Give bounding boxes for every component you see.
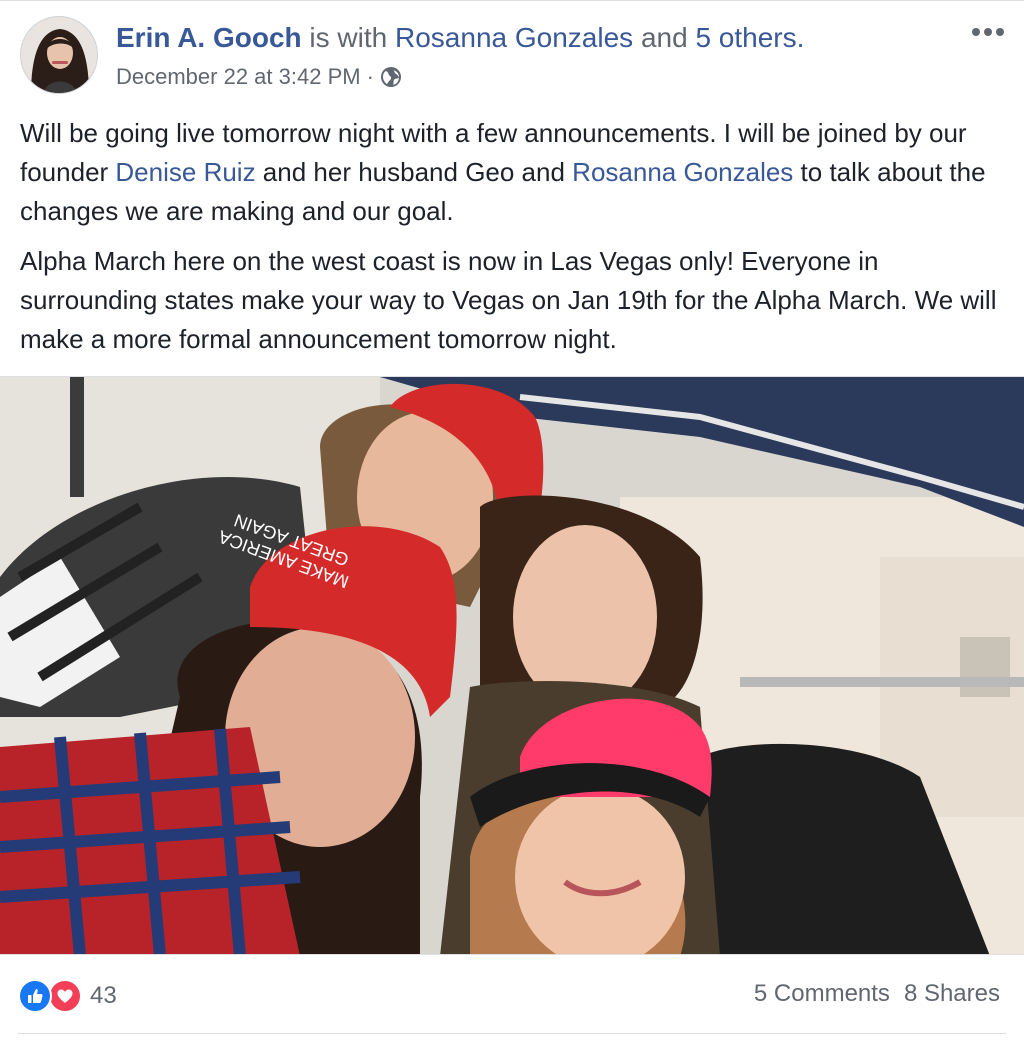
paragraph-1-text-b: and her husband Geo and — [255, 157, 573, 187]
post-paragraph-1: Will be going live tomorrow night with a… — [20, 114, 1004, 231]
post-header: Erin A. Gooch is with Rosanna Gonzales a… — [116, 20, 804, 56]
comments-count-link[interactable]: 5 Comments — [754, 980, 890, 1008]
post-top-border — [0, 0, 1024, 1]
facebook-post: Erin A. Gooch is with Rosanna Gonzales a… — [0, 0, 1024, 1042]
mention-rosanna-gonzales[interactable]: Rosanna Gonzales — [572, 157, 793, 187]
and-text: and — [640, 22, 688, 53]
author-avatar[interactable] — [20, 16, 98, 94]
tagged-person-link[interactable]: Rosanna Gonzales — [395, 22, 633, 53]
mention-denise-ruiz[interactable]: Denise Ruiz — [115, 157, 255, 187]
post-photo[interactable]: MAKE AMERICA GREAT AGAIN — [0, 376, 1024, 955]
engagement-counts: 5 Comments 8 Shares — [754, 980, 1000, 1008]
shares-count-link[interactable]: 8 Shares — [904, 980, 1000, 1008]
others-link[interactable]: 5 others. — [695, 22, 804, 53]
with-text: is with — [309, 22, 388, 53]
footer-divider — [18, 1033, 1006, 1034]
love-icon — [48, 979, 82, 1013]
reactions-summary[interactable]: 43 — [18, 978, 117, 1014]
globe-icon[interactable] — [380, 66, 402, 88]
like-icon — [18, 979, 52, 1013]
meta-separator: · — [366, 64, 374, 89]
post-paragraph-2: Alpha March here on the west coast is no… — [20, 246, 997, 354]
timestamp-link[interactable]: December 22 at 3:42 PM — [116, 62, 361, 92]
author-name-link[interactable]: Erin A. Gooch — [116, 22, 302, 53]
post-meta: December 22 at 3:42 PM · — [116, 62, 402, 92]
post-body: Will be going live tomorrow night with a… — [20, 114, 1004, 370]
reaction-count: 43 — [90, 982, 117, 1009]
more-options-icon[interactable] — [968, 20, 1008, 44]
